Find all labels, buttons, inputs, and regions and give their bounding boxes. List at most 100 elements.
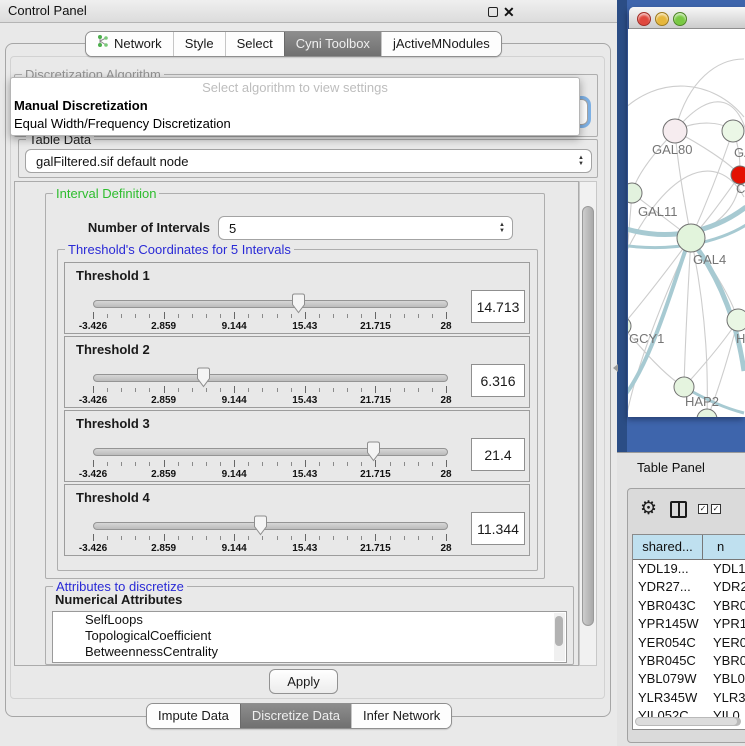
cell-shared-name[interactable]: YPR145W	[633, 615, 707, 633]
threshold-value-field[interactable]: 21.4	[471, 438, 525, 471]
network-node[interactable]	[727, 309, 745, 331]
horizontal-scrollbar[interactable]	[635, 717, 741, 726]
float-window-icon[interactable]	[488, 7, 498, 17]
cell-shared-name[interactable]: YBL079W	[633, 670, 707, 688]
cell-shared-name[interactable]: YBR043C	[633, 597, 707, 615]
network-window-titlebar[interactable]	[629, 7, 745, 29]
minor-tick	[277, 536, 278, 540]
table-row[interactable]: YBR043CYBR0	[633, 597, 745, 615]
network-node[interactable]	[628, 183, 642, 203]
threshold-slider-track[interactable]	[93, 448, 448, 456]
cell-shared-name[interactable]: YER054C	[633, 634, 707, 652]
attribute-list-item[interactable]: TopologicalCoefficient	[53, 628, 566, 644]
columns-icon[interactable]	[670, 501, 687, 518]
tab-discretize-data[interactable]: Discretize Data	[240, 704, 351, 728]
cell-shared-name[interactable]: YDR27...	[633, 578, 707, 596]
table-row[interactable]: YDL19...YDL1	[633, 560, 745, 578]
network-edge[interactable]	[628, 193, 632, 326]
attribute-list-item[interactable]: SelfLoops	[53, 612, 566, 628]
scrollbar-thumb[interactable]	[582, 206, 594, 626]
slider-thumb[interactable]	[252, 515, 269, 536]
gear-icon[interactable]: ⚙	[640, 497, 657, 520]
algorithm-hint-option[interactable]: Select algorithm to view settings	[11, 78, 579, 97]
cell-name[interactable]: YBR0	[707, 597, 745, 615]
scrollbar-thumb[interactable]	[555, 616, 563, 646]
major-tick	[305, 386, 306, 393]
tick-label: 21.715	[360, 321, 391, 332]
split-collapse-arrow-icon[interactable]	[613, 364, 618, 372]
cell-name[interactable]: YER0	[707, 634, 745, 652]
major-tick	[305, 460, 306, 467]
attribute-list-item[interactable]: BetweennessCentrality	[53, 644, 566, 660]
tab-network[interactable]: Network	[86, 32, 173, 56]
network-edge-highlighted[interactable]	[628, 243, 688, 401]
minor-tick	[178, 536, 179, 540]
slider-thumb[interactable]	[195, 367, 212, 388]
table-row[interactable]: YER054CYER0	[633, 634, 745, 652]
threshold-slider-track[interactable]	[93, 300, 448, 308]
tab-infer-network[interactable]: Infer Network	[351, 704, 451, 728]
threshold-value-field[interactable]: 6.316	[471, 364, 525, 397]
select-all-checkbox-icon[interactable]: ✓	[698, 504, 708, 514]
column-header-name[interactable]: n	[703, 535, 745, 559]
table-row[interactable]: YLR345WYLR3	[633, 689, 745, 707]
list-vertical-scrollbar[interactable]	[554, 613, 565, 661]
number-of-intervals-spinner[interactable]: 5 ▲▼	[218, 216, 513, 240]
minor-tick	[277, 388, 278, 392]
tick-label: 9.144	[222, 395, 247, 406]
threshold-slider-track[interactable]	[93, 374, 448, 382]
cell-name[interactable]: YBL0	[707, 670, 745, 688]
slider-thumb[interactable]	[365, 441, 382, 462]
scrollbar-thumb[interactable]	[636, 718, 737, 725]
close-traffic-light[interactable]	[637, 12, 651, 26]
network-node[interactable]	[697, 409, 717, 417]
numerical-attributes-list[interactable]: SelfLoopsTopologicalCoefficientBetweenne…	[52, 611, 567, 663]
control-panel: Control Panel ✕ NetworkStyleSelectCyni T…	[0, 0, 617, 745]
close-icon[interactable]: ✕	[503, 1, 515, 23]
apply-button[interactable]: Apply	[269, 669, 338, 694]
network-edge[interactable]	[684, 238, 691, 387]
cell-shared-name[interactable]: YDL19...	[633, 560, 707, 578]
network-node[interactable]	[677, 224, 705, 252]
cell-name[interactable]: YLR3	[707, 689, 745, 707]
table-row[interactable]: YBL079WYBL0	[633, 670, 745, 688]
cell-shared-name[interactable]: YLR345W	[633, 689, 707, 707]
column-header-shared-name[interactable]: shared...	[633, 535, 703, 559]
threshold-slider-track[interactable]	[93, 522, 448, 530]
table-row[interactable]: YBR045CYBR0	[633, 652, 745, 670]
tab-cyni-toolbox[interactable]: Cyni Toolbox	[284, 32, 381, 56]
unselect-all-checkbox-icon[interactable]: ✓	[711, 504, 721, 514]
tick-label: 15.43	[292, 469, 317, 480]
table-row[interactable]: YDR27...YDR2	[633, 578, 745, 596]
tick-label: -3.426	[79, 395, 107, 406]
zoom-traffic-light[interactable]	[673, 12, 687, 26]
tab-impute-data[interactable]: Impute Data	[147, 704, 240, 728]
vertical-scrollbar[interactable]	[579, 181, 597, 666]
threshold-value-field[interactable]: 14.713	[471, 290, 525, 323]
cell-name[interactable]: YDR2	[707, 578, 745, 596]
panel-divider[interactable]	[617, 0, 627, 452]
cell-name[interactable]: YBR0	[707, 652, 745, 670]
cell-name[interactable]: YDL1	[707, 560, 745, 578]
tab-style[interactable]: Style	[173, 32, 225, 56]
minor-tick	[149, 388, 150, 392]
threshold-label: Threshold 2	[76, 342, 150, 357]
algorithm-option[interactable]: Equal Width/Frequency Discretization	[11, 115, 579, 133]
network-node[interactable]	[722, 120, 744, 142]
tab-label: Discretize Data	[252, 704, 340, 728]
minimize-traffic-light[interactable]	[655, 12, 669, 26]
threshold-value-field[interactable]: 11.344	[471, 512, 525, 545]
network-node[interactable]	[663, 119, 687, 143]
table-data-combobox[interactable]: galFiltered.sif default node ▲▼	[25, 149, 592, 173]
network-edge[interactable]	[684, 320, 738, 387]
slider-thumb[interactable]	[290, 293, 307, 314]
table-row[interactable]: YPR145WYPR1	[633, 615, 745, 633]
cell-shared-name[interactable]: YBR045C	[633, 652, 707, 670]
network-edge[interactable]	[628, 238, 691, 326]
cell-name[interactable]: YPR1	[707, 615, 745, 633]
tab-jactivemnodules[interactable]: jActiveMNodules	[381, 32, 501, 56]
algorithm-option[interactable]: Manual Discretization	[11, 97, 579, 115]
tick-label: 9.144	[222, 469, 247, 480]
network-canvas[interactable]: GAL80GAGAL11GAL4CGCY1HHAP2	[628, 29, 745, 417]
tab-select[interactable]: Select	[225, 32, 284, 56]
